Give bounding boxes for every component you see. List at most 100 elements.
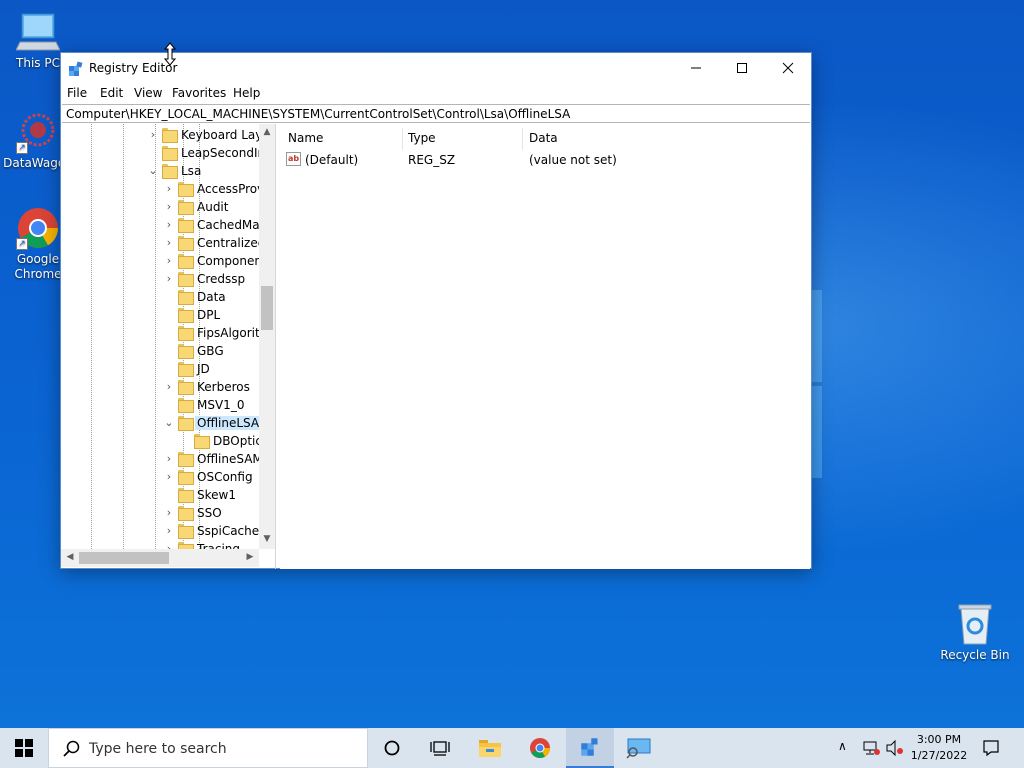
column-separator[interactable]: [402, 128, 403, 150]
tree-item[interactable]: › Kerberos: [61, 378, 259, 396]
chevron-right-icon[interactable]: ›: [164, 381, 174, 393]
task-view-icon: [430, 741, 450, 756]
tree-item-label: OfflineLSA: [195, 416, 259, 430]
scroll-up-icon[interactable]: ▲: [259, 127, 275, 137]
tree-item[interactable]: › Centralized: [61, 234, 259, 252]
menu-favorites[interactable]: Favorites: [172, 86, 226, 100]
task-view-cortana-button[interactable]: [368, 728, 416, 768]
chevron-right-icon[interactable]: ›: [148, 129, 158, 141]
tree-item[interactable]: ⌄ Lsa: [61, 162, 259, 180]
close-button[interactable]: [765, 53, 811, 83]
taskbar-remote-desktop[interactable]: [614, 728, 662, 768]
tree-item-label: LeapSecondIn: [181, 146, 259, 160]
minimize-button[interactable]: [673, 53, 719, 83]
tree-item[interactable]: Data: [61, 288, 259, 306]
folder-icon: [178, 452, 194, 467]
tree-item[interactable]: FipsAlgoritl: [61, 324, 259, 342]
chevron-right-icon[interactable]: ›: [164, 453, 174, 465]
close-icon: [782, 62, 794, 74]
chevron-right-icon[interactable]: ›: [164, 237, 174, 249]
tree-item[interactable]: › CachedMac: [61, 216, 259, 234]
tree-item[interactable]: MSV1_0: [61, 396, 259, 414]
column-header-name[interactable]: Name: [288, 131, 323, 145]
column-separator[interactable]: [522, 128, 523, 150]
taskbar-chrome[interactable]: [516, 728, 564, 768]
tree-item[interactable]: Skew1: [61, 486, 259, 504]
column-header-type[interactable]: Type: [408, 131, 436, 145]
tree-item-label: OSConfig: [197, 470, 253, 484]
folder-icon: [479, 740, 501, 757]
tree-item[interactable]: › OfflineSAM: [61, 450, 259, 468]
taskbar-search-box[interactable]: Type here to search: [48, 728, 368, 768]
chevron-right-icon[interactable]: ›: [164, 201, 174, 213]
chevron-right-icon[interactable]: ›: [164, 525, 174, 537]
chevron-down-icon[interactable]: ⌄: [148, 165, 158, 177]
column-header-data[interactable]: Data: [529, 131, 558, 145]
tree-item[interactable]: › Audit: [61, 198, 259, 216]
notifications-icon[interactable]: [982, 739, 1000, 757]
tree-item[interactable]: › SSO: [61, 504, 259, 522]
volume-muted-icon[interactable]: [886, 740, 904, 756]
tree-item[interactable]: › Tracing: [61, 540, 259, 549]
registry-editor-icon: [68, 61, 84, 77]
chevron-down-icon[interactable]: ⌄: [164, 417, 174, 429]
tree-item-label: GBG: [197, 344, 224, 358]
chevron-right-icon[interactable]: ›: [164, 273, 174, 285]
registry-key-tree[interactable]: › Keyboard Layo LeapSecondIn ⌄ Lsa › AccessPro…: [61, 124, 276, 569]
registry-value-list[interactable]: Name Type Data ab (Default) REG_SZ (valu…: [280, 124, 810, 569]
address-bar[interactable]: Computer\HKEY_LOCAL_MACHINE\SYSTEM\Curre…: [62, 104, 810, 123]
registry-editor-window: Registry Editor File Edit View Favorites…: [60, 52, 812, 569]
scroll-right-icon[interactable]: ▶: [242, 552, 258, 562]
tree-item[interactable]: ⌄ OfflineLSA: [61, 414, 259, 432]
taskbar-registry-editor[interactable]: [566, 728, 614, 768]
tree-item[interactable]: LeapSecondIn: [61, 144, 259, 162]
list-item[interactable]: ab (Default) REG_SZ (value not set): [286, 151, 806, 169]
value-name: (Default): [305, 153, 359, 167]
value-type: REG_SZ: [408, 153, 456, 167]
menu-view[interactable]: View: [134, 86, 162, 100]
tree-vertical-scrollbar[interactable]: ▲ ▼: [259, 124, 275, 549]
tree-item[interactable]: › OSConfig: [61, 468, 259, 486]
chevron-right-icon[interactable]: ›: [164, 507, 174, 519]
wallpaper-light: [812, 290, 822, 382]
tree-horizontal-scrollbar[interactable]: ◀ ▶: [61, 549, 259, 567]
tree-item-label: Skew1: [197, 488, 236, 502]
scroll-down-icon[interactable]: ▼: [259, 534, 275, 544]
folder-icon: [178, 398, 194, 413]
tree-item[interactable]: GBG: [61, 342, 259, 360]
tree-item[interactable]: DPL: [61, 306, 259, 324]
folder-icon: [178, 200, 194, 215]
tree-item-label: JD: [197, 362, 210, 376]
tree-item[interactable]: › Credssp: [61, 270, 259, 288]
clock[interactable]: 3:00 PM 1/27/2022: [904, 732, 974, 764]
chevron-right-icon[interactable]: ›: [164, 183, 174, 195]
datawagon-icon: ↗: [16, 110, 60, 154]
menu-bar: File Edit View Favorites Help: [61, 83, 811, 103]
chevron-right-icon[interactable]: ›: [164, 255, 174, 267]
start-button[interactable]: [0, 728, 48, 768]
menu-help[interactable]: Help: [233, 86, 260, 100]
scroll-thumb[interactable]: [79, 552, 169, 564]
tree-item-label: CachedMac: [197, 218, 259, 232]
chevron-right-icon[interactable]: ›: [164, 219, 174, 231]
taskbar-file-explorer[interactable]: [466, 728, 514, 768]
tree-item[interactable]: JD: [61, 360, 259, 378]
scroll-left-icon[interactable]: ◀: [62, 552, 78, 562]
chevron-right-icon[interactable]: ›: [164, 471, 174, 483]
menu-file[interactable]: File: [67, 86, 87, 100]
tree-item-label: MSV1_0: [197, 398, 245, 412]
tree-item[interactable]: › Componen: [61, 252, 259, 270]
menu-edit[interactable]: Edit: [100, 86, 123, 100]
tree-item[interactable]: DBOptic: [61, 432, 259, 450]
desktop-icon-recycle-bin[interactable]: Recycle Bin: [937, 602, 1013, 663]
folder-icon: [178, 236, 194, 251]
scroll-thumb[interactable]: [261, 286, 273, 330]
show-hidden-icons-icon[interactable]: ∧: [838, 739, 847, 753]
network-icon[interactable]: [862, 740, 880, 756]
tree-item[interactable]: › SspiCache: [61, 522, 259, 540]
tree-item[interactable]: › AccessProv: [61, 180, 259, 198]
tree-item[interactable]: › Keyboard Layo: [61, 126, 259, 144]
task-view-button[interactable]: [416, 728, 464, 768]
maximize-button[interactable]: [719, 53, 765, 83]
recycle-bin-icon: [953, 602, 997, 646]
